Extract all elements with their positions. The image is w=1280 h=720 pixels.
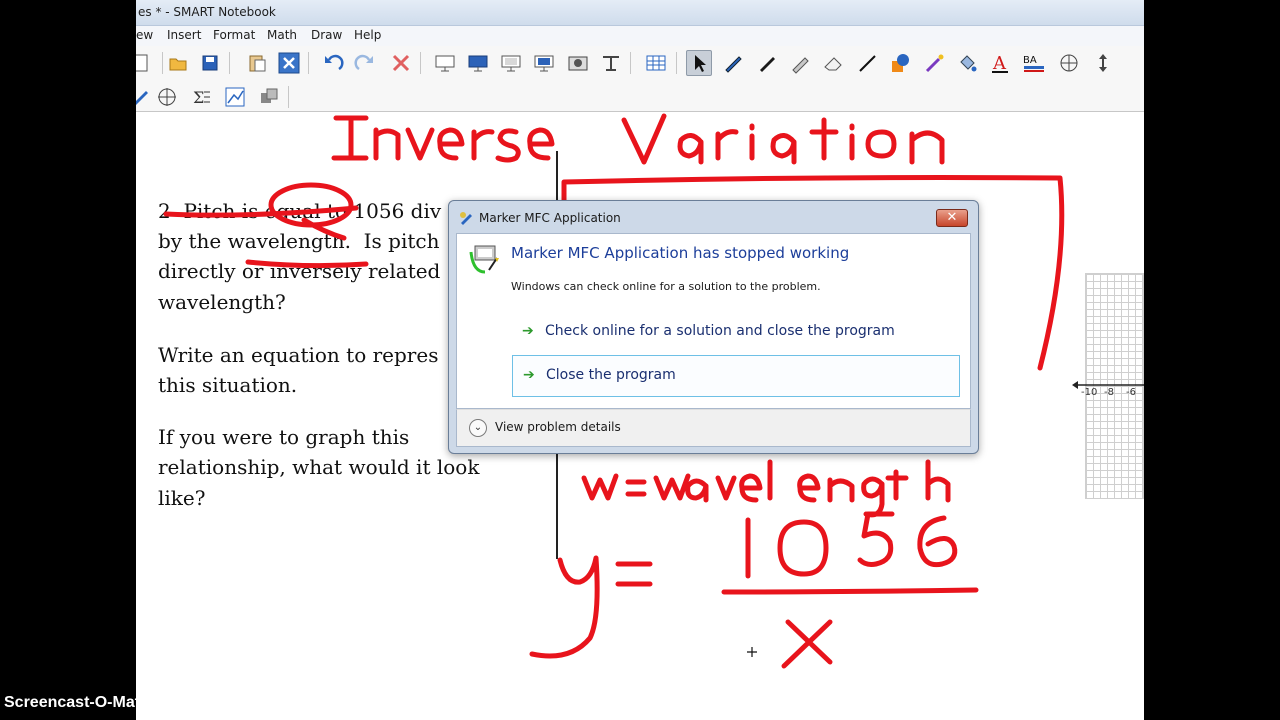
dialog-body: Marker MFC Application has stopped worki… [456, 233, 971, 409]
ink-title-v [405, 127, 435, 161]
dialog-heading: Marker MFC Application has stopped worki… [511, 244, 850, 262]
ink-eq2 [615, 561, 653, 587]
ink-eq1 [625, 479, 647, 497]
ink-y [529, 555, 600, 659]
ink-title-r [471, 129, 495, 161]
screencast-watermark: Screencast-O-Matic.com [4, 694, 191, 711]
close-button[interactable]: ✕ [936, 209, 968, 227]
ink-title-V [621, 113, 667, 165]
dialog-title: Marker MFC Application [479, 211, 621, 225]
ink-circle-equal [268, 182, 354, 228]
ink-underline-pitch [163, 205, 359, 218]
marker-app-icon [469, 242, 503, 280]
mouse-cursor [747, 647, 757, 657]
ink-title-I [331, 115, 369, 161]
ink-6 [917, 515, 958, 568]
ink-0 [777, 519, 829, 577]
chevron-down-icon[interactable]: ⌄ [469, 419, 487, 437]
close-program-option[interactable]: ➔ Close the program [512, 355, 960, 397]
ink-title-a [677, 133, 704, 165]
ink-title-t [809, 117, 839, 161]
ink-x [781, 619, 833, 669]
option-label: Check online for a solution and close th… [545, 323, 895, 339]
dialog-footer: ⌄ View problem details [456, 409, 971, 447]
check-online-option[interactable]: ➔ Check online for a solution and close … [512, 312, 960, 354]
ink-title-e2 [527, 127, 555, 161]
view-details-link[interactable]: View problem details [495, 420, 621, 434]
ink-5 [857, 511, 895, 567]
ink-title-n2 [909, 130, 945, 165]
app-icon [459, 211, 475, 228]
ink-w [581, 473, 619, 501]
green-arrow-icon: ➔ [523, 367, 535, 383]
ink-wavelength [653, 459, 951, 518]
green-arrow-icon: ➔ [522, 323, 534, 339]
ink-fraction-bar [721, 587, 979, 595]
dialog-subtext: Windows can check online for a solution … [511, 280, 821, 293]
ink-title-n [373, 127, 401, 161]
ink-title-a2 [770, 133, 797, 165]
ink-title-r2 [715, 129, 739, 161]
ink-title-s [495, 128, 521, 163]
option-label: Close the program [546, 367, 676, 383]
crash-dialog: Marker MFC Application ✕ Marker MFC Appl… [448, 200, 979, 454]
ink-title-o [865, 129, 897, 159]
ink-underline-wavelength [245, 259, 369, 269]
ink-title-e [437, 127, 465, 161]
smart-notebook-window: es * - SMART Notebook ew Insert Format M… [136, 0, 1144, 720]
